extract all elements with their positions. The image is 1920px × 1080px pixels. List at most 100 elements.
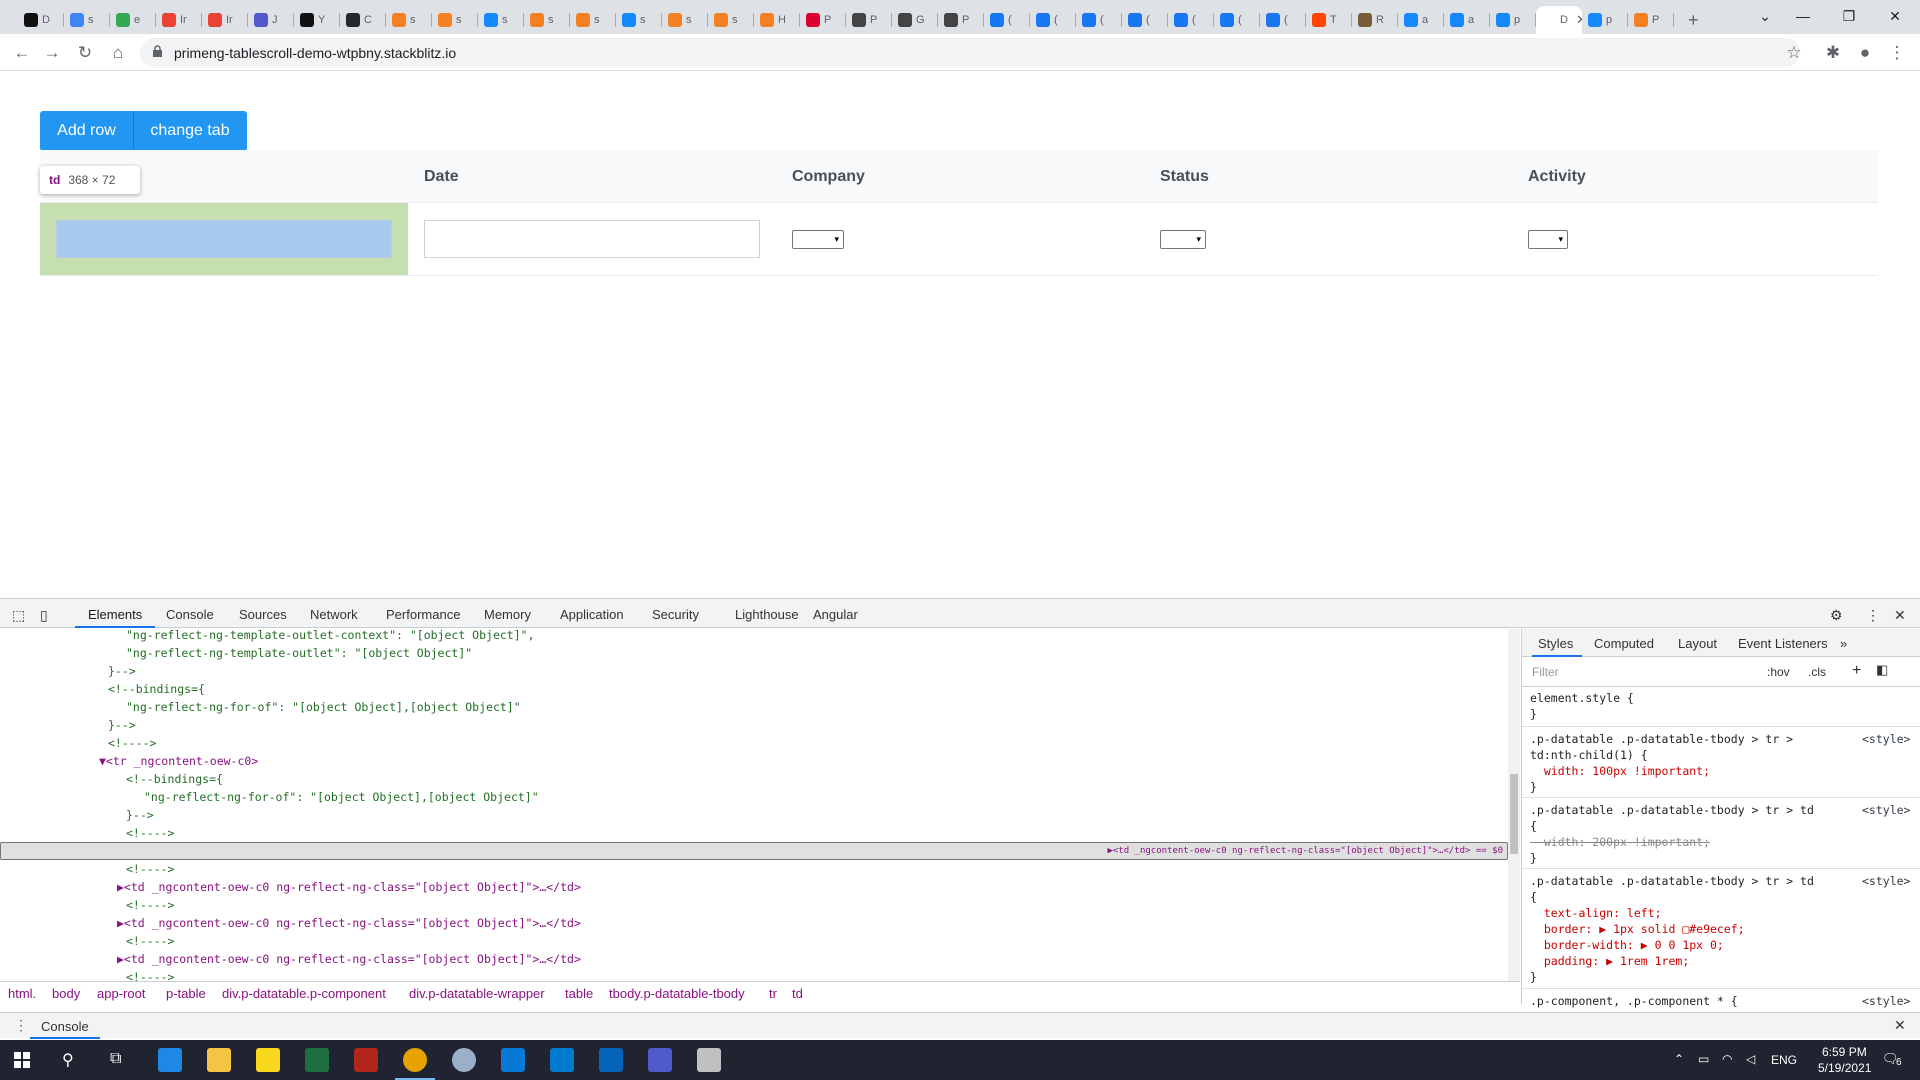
style-rule-line[interactable]: .p-datatable .p-datatable-tbody > tr > [1530, 732, 1793, 747]
column-header-activity[interactable]: Activity [1528, 168, 1586, 186]
dom-node[interactable]: "ng-reflect-ng-for-of": "[object Object]… [0, 788, 539, 806]
style-source-link[interactable]: <style> [1862, 874, 1910, 889]
style-rule-line[interactable]: { [1530, 890, 1537, 905]
devtools-tab-angular[interactable]: Angular [813, 607, 858, 622]
status-select[interactable]: ▾ [1160, 230, 1206, 249]
browser-tab[interactable]: s [662, 6, 708, 34]
browser-tab[interactable]: e [110, 6, 156, 34]
reload-icon[interactable]: ↻ [73, 41, 97, 65]
settings-gear-icon[interactable]: ⚙ [1830, 607, 1843, 624]
dom-node[interactable]: ▶<td _ngcontent-oew-c0 ng-reflect-ng-cla… [0, 914, 581, 932]
devtools-tab-application[interactable]: Application [560, 607, 624, 622]
task-view-icon[interactable]: ⧉ [110, 1050, 121, 1068]
browser-tab[interactable]: P [938, 6, 984, 34]
devtools-tab-console[interactable]: Console [166, 607, 214, 622]
filter-input[interactable]: Filter [1532, 665, 1559, 679]
styles-tab[interactable]: Styles [1538, 636, 1573, 651]
activity-select[interactable]: ▾ [1528, 230, 1568, 249]
breadcrumb-item[interactable]: app-root [97, 986, 145, 1001]
hov-toggle[interactable]: :hov [1767, 665, 1790, 679]
style-rule-line[interactable]: { [1530, 819, 1537, 834]
device-toggle-icon[interactable]: ▯ [40, 607, 48, 624]
browser-tab[interactable]: Ir [156, 6, 202, 34]
browser-tab[interactable]: J [248, 6, 294, 34]
browser-tab[interactable]: ( [1030, 6, 1076, 34]
style-rule-line[interactable]: padding: ▶ 1rem 1rem; [1530, 954, 1689, 969]
devtools-tab-security[interactable]: Security [652, 607, 699, 622]
dom-node[interactable]: <!----> [0, 896, 174, 914]
browser-tab[interactable]: P [846, 6, 892, 34]
devtools-tab-lighthouse[interactable]: Lighthouse [735, 607, 799, 622]
dom-node[interactable]: ▶<td _ngcontent-oew-c0 ng-reflect-ng-cla… [0, 878, 581, 896]
windows-start-icon[interactable] [14, 1052, 30, 1068]
devtools-tab-performance[interactable]: Performance [386, 607, 460, 622]
cls-toggle[interactable]: .cls [1808, 665, 1826, 679]
back-icon[interactable]: ← [10, 41, 34, 65]
dom-node[interactable]: <!----> [0, 860, 174, 878]
browser-tab[interactable]: a [1444, 6, 1490, 34]
column-header-date[interactable]: Date [424, 168, 459, 186]
browser-tab[interactable]: G [892, 6, 938, 34]
browser-tab[interactable]: s [478, 6, 524, 34]
devtools-tab-elements[interactable]: Elements [88, 607, 142, 622]
style-source-link[interactable]: <style> [1862, 732, 1910, 747]
browser-tab[interactable]: p [1490, 6, 1536, 34]
style-source-link[interactable]: <style> [1862, 803, 1910, 818]
app-icon[interactable] [452, 1048, 476, 1072]
dom-node[interactable]: <!----> [0, 932, 174, 950]
column-header-company[interactable]: Company [792, 168, 865, 186]
styles-tab[interactable]: Event Listeners [1738, 636, 1828, 651]
close-drawer-icon[interactable]: ✕ [1894, 1017, 1906, 1034]
address-bar[interactable]: primeng-tablescroll-demo-wtpbny.stackbli… [140, 38, 1800, 67]
add-row-button[interactable]: Add row [40, 111, 133, 151]
chevron-up-icon[interactable]: ⌃ [1674, 1052, 1684, 1066]
battery-icon[interactable]: ▭ [1698, 1052, 1709, 1066]
language-indicator[interactable]: ENG [1771, 1053, 1797, 1067]
minimize-button[interactable]: — [1780, 0, 1826, 32]
style-rule-line[interactable]: width: 100px !important; [1530, 764, 1710, 779]
date-input[interactable] [424, 220, 760, 258]
excel-icon[interactable] [305, 1048, 329, 1072]
style-rule-line[interactable]: border: ▶ 1px solid □#e9ecef; [1530, 922, 1745, 937]
browser-tab[interactable]: T [1306, 6, 1352, 34]
browser-tab[interactable]: D [18, 6, 64, 34]
styles-tab[interactable]: Layout [1678, 636, 1717, 651]
menu-kebab-icon[interactable]: ⋮ [1885, 41, 1909, 65]
add-rule-icon[interactable]: + [1852, 662, 1861, 680]
browser-tab[interactable]: C [340, 6, 386, 34]
browser-tab[interactable]: ( [1214, 6, 1260, 34]
style-rule-line[interactable]: width: 200px !important; [1530, 835, 1710, 850]
change-tab-button[interactable]: change tab [133, 111, 247, 151]
breadcrumb-item[interactable]: div.p-datatable-wrapper [409, 986, 545, 1001]
dom-node[interactable]: <!--bindings={ [0, 680, 205, 698]
breadcrumb-item[interactable]: p-table [166, 986, 206, 1001]
browser-tab[interactable]: s [64, 6, 110, 34]
dom-node[interactable]: }--> [0, 716, 136, 734]
breadcrumb-item[interactable]: tr [769, 986, 777, 1001]
name-input[interactable] [56, 220, 392, 258]
browser-tab[interactable]: s [432, 6, 478, 34]
style-rule-line[interactable]: .p-component, .p-component * { [1530, 994, 1738, 1009]
inspect-element-icon[interactable]: ⬚ [12, 607, 25, 624]
file-explorer-icon[interactable] [207, 1048, 231, 1072]
browser-tab[interactable]: s [524, 6, 570, 34]
clock-date[interactable]: 5/19/2021 [1818, 1061, 1871, 1075]
app-icon[interactable] [697, 1048, 721, 1072]
breadcrumb-item[interactable]: tbody.p-datatable-tbody [609, 986, 745, 1001]
browser-tab[interactable]: P [1628, 6, 1674, 34]
devtools-tab-memory[interactable]: Memory [484, 607, 531, 622]
devtools-tab-network[interactable]: Network [310, 607, 358, 622]
browser-tab[interactable]: ( [1122, 6, 1168, 34]
dom-tree[interactable]: "ng-reflect-ng-template-outlet-context":… [0, 629, 1508, 981]
dom-node[interactable]: <!--bindings={ [0, 770, 223, 788]
close-devtools-icon[interactable]: ✕ [1894, 607, 1906, 624]
chrome-icon[interactable] [403, 1048, 427, 1072]
close-window-button[interactable]: ✕ [1872, 0, 1918, 32]
browser-tab[interactable]: a [1398, 6, 1444, 34]
company-select[interactable]: ▾ [792, 230, 844, 249]
browser-tab[interactable]: ( [1260, 6, 1306, 34]
teams-icon[interactable] [648, 1048, 672, 1072]
browser-tab[interactable]: p [1582, 6, 1628, 34]
search-icon[interactable]: ⚲ [62, 1050, 74, 1070]
style-rule-line[interactable]: } [1530, 970, 1537, 985]
